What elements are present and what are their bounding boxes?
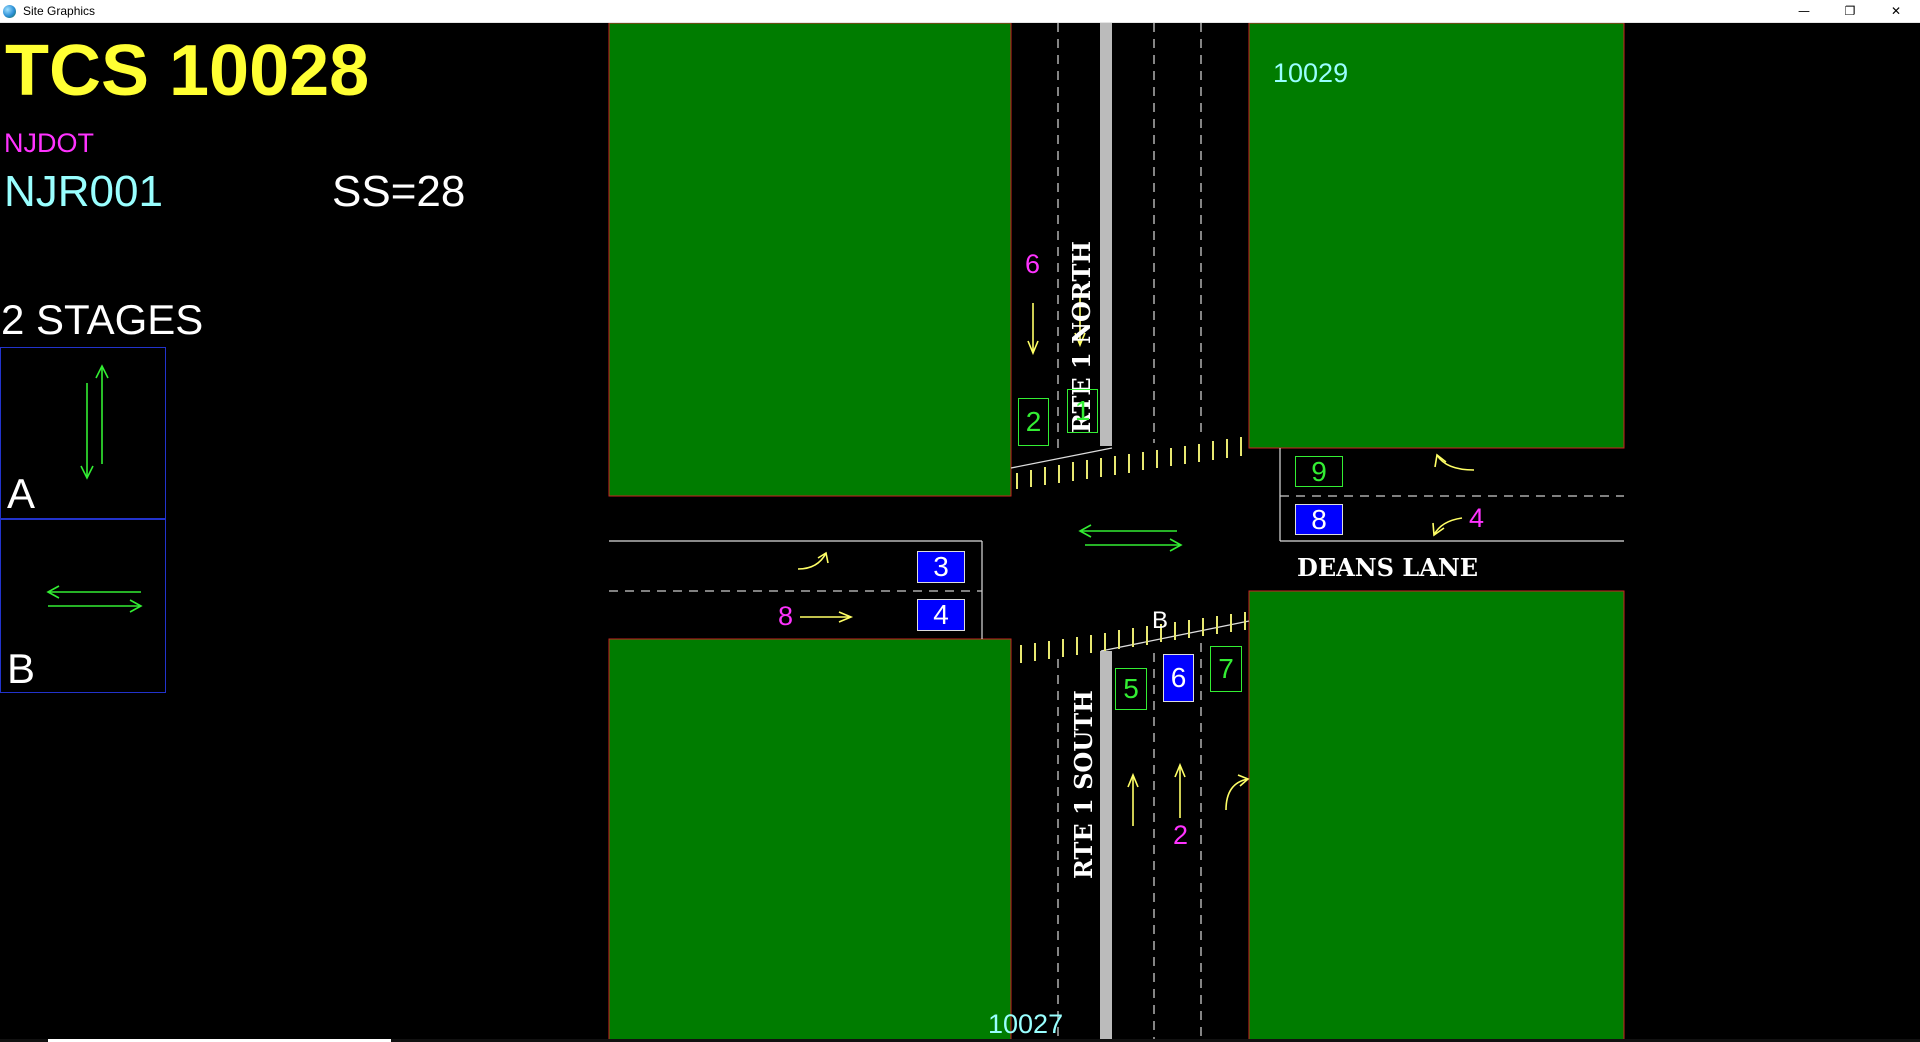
phase-label-north: 6 (1025, 249, 1041, 279)
detector-8[interactable]: 8 (1295, 504, 1343, 535)
detector-3[interactable]: 3 (917, 551, 965, 583)
window-title-bar: Site Graphics — ❐ ✕ (0, 0, 1920, 23)
detector-2[interactable]: 2 (1018, 398, 1049, 446)
close-button[interactable]: ✕ (1873, 0, 1919, 23)
detector-5[interactable]: 5 (1115, 668, 1147, 710)
crosswalk-north (1016, 437, 1242, 489)
minimize-button[interactable]: — (1781, 0, 1827, 23)
crosswalk-label: B (1152, 607, 1169, 634)
intersection-map (608, 23, 1625, 1042)
grass-block-se (1248, 590, 1625, 1042)
phase-label-south: 2 (1173, 820, 1189, 850)
detector-7[interactable]: 7 (1210, 646, 1242, 692)
road-label-east: DEANS LANE (1297, 553, 1479, 582)
site-id-south[interactable]: 10027 (988, 1009, 1063, 1040)
app-icon (3, 5, 16, 18)
center-stage-arrows-icon (1078, 524, 1183, 552)
detector-1[interactable]: 1 (1067, 389, 1098, 433)
restore-button[interactable]: ❐ (1827, 0, 1873, 23)
detector-6[interactable]: 6 (1163, 654, 1194, 702)
road-label-south: RTE 1 SOUTH (1069, 690, 1098, 879)
phase-label-west: 8 (778, 601, 794, 631)
detector-4[interactable]: 4 (917, 599, 965, 631)
grass-block-sw (608, 638, 1012, 1042)
grass-block-nw (608, 23, 1012, 497)
site-graphics-canvas: TCS 10028 NJDOT NJR001 SS=28 2 STAGES A … (0, 23, 1920, 1042)
phase-label-east: 4 (1469, 503, 1485, 533)
window-title: Site Graphics (23, 4, 96, 18)
detector-9[interactable]: 9 (1295, 456, 1343, 487)
site-id-northeast[interactable]: 10029 (1273, 58, 1348, 89)
